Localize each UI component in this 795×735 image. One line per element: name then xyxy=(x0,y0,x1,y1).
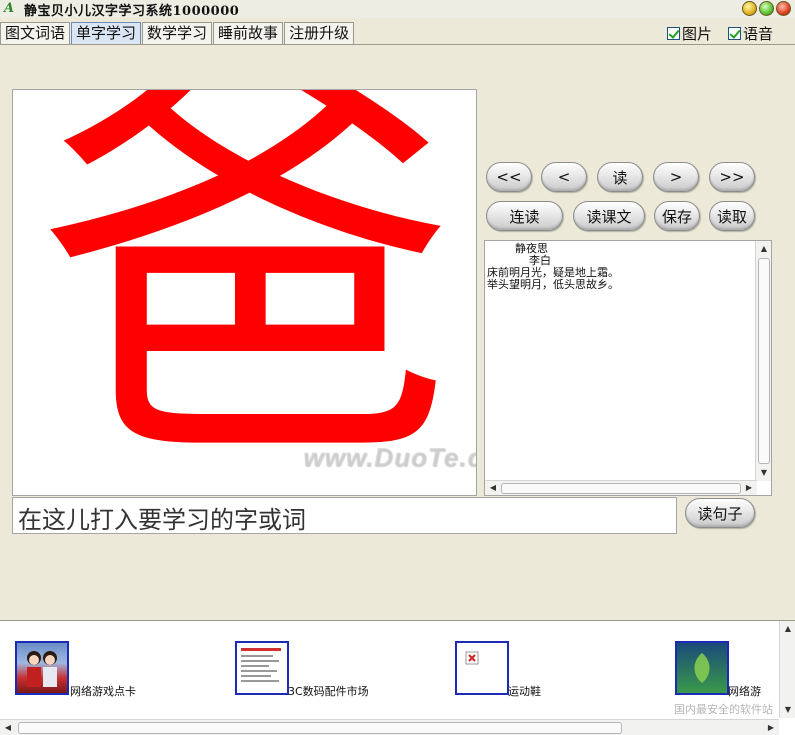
voice-option[interactable]: 语音 xyxy=(727,23,773,44)
ad-strip: 网络游戏点卡 3C数码配件市场 运动鞋 网络游 国内最安全的软件站 ▲ ▼ ◀ … xyxy=(0,620,795,735)
picture-option-label: 图片 xyxy=(681,25,712,43)
large-character: 爸 xyxy=(38,89,458,496)
tab-math[interactable]: 数学学习 xyxy=(142,22,213,44)
scroll-down-icon[interactable]: ▼ xyxy=(780,702,795,718)
scroll-up-icon[interactable]: ▲ xyxy=(756,241,772,257)
title-bar: A 静宝贝小儿汉字学习系统1000000 xyxy=(0,0,795,19)
picture-checkbox[interactable] xyxy=(666,27,680,40)
window-controls xyxy=(742,1,791,16)
voice-checkbox[interactable] xyxy=(727,27,741,40)
ad-label[interactable]: 运动鞋 xyxy=(508,683,541,699)
continuous-read-button[interactable]: 连读 xyxy=(486,201,563,231)
corner-watermark: 国内最安全的软件站 xyxy=(674,703,773,716)
display-options: 图片 语音 xyxy=(666,23,773,44)
horizontal-scroll-thumb[interactable] xyxy=(501,483,741,494)
ad-horizontal-scrollbar[interactable]: ◀ ▶ xyxy=(0,719,779,735)
word-input[interactable]: 在这儿打入要学习的字或词 xyxy=(12,497,677,534)
voice-option-label: 语音 xyxy=(742,25,773,43)
first-button[interactable]: << xyxy=(486,162,532,192)
read-text-button[interactable]: 读课文 xyxy=(573,201,645,231)
broken-image-icon[interactable] xyxy=(455,641,509,695)
scroll-right-icon[interactable]: ▶ xyxy=(741,480,757,496)
scroll-left-icon[interactable]: ◀ xyxy=(0,720,16,735)
tab-bar: 图文词语 单字学习 数学学习 睡前故事 注册升级 xyxy=(0,22,355,45)
tab-picture-words[interactable]: 图文词语 xyxy=(0,22,71,44)
ad-label[interactable]: 3C数码配件市场 xyxy=(288,683,369,699)
minimize-button[interactable] xyxy=(742,1,757,16)
tab-bedtime-stories[interactable]: 睡前故事 xyxy=(213,22,284,44)
tab-single-character[interactable]: 单字学习 xyxy=(71,22,142,44)
ad-label[interactable]: 网络游 xyxy=(728,683,761,699)
app-icon: A xyxy=(4,1,15,16)
picture-option[interactable]: 图片 xyxy=(666,23,712,44)
maximize-button[interactable] xyxy=(759,1,774,16)
tab-register-upgrade[interactable]: 注册升级 xyxy=(284,22,355,44)
save-button[interactable]: 保存 xyxy=(654,201,700,231)
scroll-up-icon[interactable]: ▲ xyxy=(780,621,795,637)
webpage-thumbnail-icon[interactable] xyxy=(235,641,289,695)
tab-divider xyxy=(0,44,795,45)
scroll-thumb[interactable] xyxy=(758,258,770,464)
lesson-text: 静夜思 李白 床前明月光，疑是地上霜。 举头望明月，低头思故乡。 xyxy=(487,242,619,291)
next-button[interactable]: > xyxy=(653,162,699,192)
previous-button[interactable]: < xyxy=(541,162,587,192)
scroll-left-icon[interactable]: ◀ xyxy=(485,480,501,496)
load-button[interactable]: 读取 xyxy=(709,201,755,231)
vertical-scrollbar[interactable]: ▲ ▼ xyxy=(755,241,771,481)
game-logo-icon[interactable] xyxy=(675,641,729,695)
window-title: 静宝贝小儿汉字学习系统1000000 xyxy=(24,3,240,19)
horizontal-scroll-thumb[interactable] xyxy=(18,722,622,734)
couple-photo-icon[interactable] xyxy=(15,641,69,695)
read-button[interactable]: 读 xyxy=(597,162,643,192)
site-watermark: www.DuoTe.com xyxy=(303,442,476,472)
horizontal-scrollbar[interactable]: ◀ ▶ xyxy=(485,480,757,495)
scroll-right-icon[interactable]: ▶ xyxy=(763,720,779,735)
ad-vertical-scrollbar[interactable]: ▲ ▼ xyxy=(779,621,795,718)
ad-label[interactable]: 网络游戏点卡 xyxy=(70,683,136,699)
read-sentence-button[interactable]: 读句子 xyxy=(685,498,755,528)
lesson-text-area[interactable]: 静夜思 李白 床前明月光，疑是地上霜。 举头望明月，低头思故乡。 ▲ ▼ ◀ ▶ xyxy=(484,240,772,496)
character-display: 爸 www.DuoTe.com xyxy=(12,89,477,496)
last-button[interactable]: >> xyxy=(709,162,755,192)
close-button[interactable] xyxy=(776,1,791,16)
scroll-down-icon[interactable]: ▼ xyxy=(756,465,772,481)
